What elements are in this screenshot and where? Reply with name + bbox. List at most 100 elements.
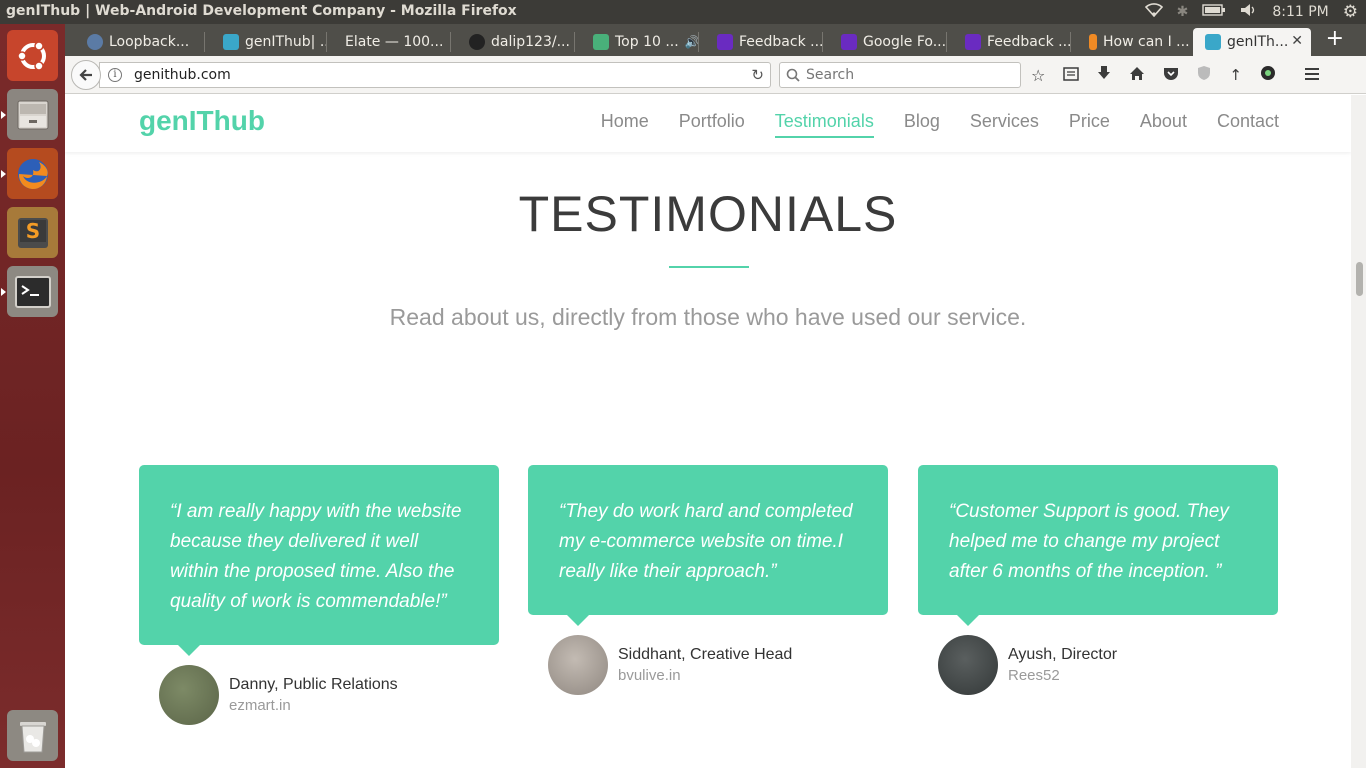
sublime-text-app-button[interactable]: S (7, 207, 58, 258)
nav-about[interactable]: About (1140, 111, 1187, 138)
search-bar[interactable]: Search (779, 62, 1021, 88)
author-site: bvulive.in (618, 667, 681, 684)
author-site: ezmart.in (229, 697, 291, 714)
pocket-icon[interactable] (1163, 66, 1179, 85)
reading-list-icon[interactable] (1063, 66, 1080, 85)
testimonial-quote: “They do work hard and completed my e-co… (528, 465, 888, 626)
system-tray: ✱ 8:11 PM ⚙ (1144, 0, 1358, 24)
browser-tab[interactable]: Feedback ... (947, 28, 1071, 56)
author-name: Danny, Public Relations (229, 676, 398, 693)
testimonial-card: “Customer Support is good. They helped m… (918, 465, 1278, 695)
avatar (159, 665, 219, 725)
menu-hamburger-icon[interactable] (1304, 66, 1320, 85)
section-heading: TESTIMONIALS (518, 186, 898, 242)
nav-services[interactable]: Services (970, 111, 1039, 138)
reload-icon[interactable]: ↻ (751, 66, 764, 84)
close-tab-icon[interactable]: ✕ (1291, 33, 1303, 49)
trash-icon (19, 721, 46, 752)
toolbar-icons: ☆ ↑ (1031, 64, 1320, 86)
clock[interactable]: 8:11 PM (1272, 4, 1328, 20)
site-logo[interactable]: genIThub (139, 105, 265, 137)
tab-favicon-icon (223, 34, 239, 50)
testimonial-card: “I am really happy with the website beca… (139, 465, 499, 725)
nav-portfolio[interactable]: Portfolio (679, 111, 745, 138)
trash-button[interactable] (7, 710, 58, 761)
firefox-app-button[interactable] (1, 148, 58, 199)
tab-favicon-icon (87, 34, 103, 50)
back-arrow-icon (79, 69, 92, 81)
settings-gear-icon[interactable]: ⚙ (1343, 2, 1358, 22)
browser-tab[interactable]: Google Fo... (823, 28, 947, 56)
home-icon[interactable] (1129, 66, 1145, 85)
download-icon[interactable] (1097, 65, 1111, 85)
terminal-icon (14, 275, 51, 308)
ubuntu-logo-icon (16, 40, 46, 71)
browser-tab[interactable]: Loopback... (69, 28, 205, 56)
tab-favicon-icon (593, 34, 609, 50)
testimonial-quote: “Customer Support is good. They helped m… (918, 465, 1278, 626)
color-picker-icon[interactable] (1260, 65, 1276, 85)
url-bar[interactable]: i genithub.com ↻ (99, 62, 771, 88)
avatar (548, 635, 608, 695)
author-name: Siddhant, Creative Head (618, 646, 793, 663)
nav-home[interactable]: Home (601, 111, 649, 138)
browser-tab[interactable]: dalip123/... (451, 28, 575, 56)
avatar (938, 635, 998, 695)
author-name: Ayush, Director (1008, 646, 1118, 663)
testimonial-author: Siddhant, Creative Head bvulive.in (548, 635, 888, 695)
nav-contact[interactable]: Contact (1217, 111, 1279, 138)
forms-icon (965, 34, 981, 50)
site-menu: Home Portfolio Testimonials Blog Service… (601, 111, 1279, 138)
search-icon (786, 68, 800, 82)
nav-price[interactable]: Price (1069, 111, 1110, 138)
url-text[interactable]: genithub.com (134, 67, 231, 83)
forms-icon (717, 34, 733, 50)
testimonial-author: Ayush, Director Rees52 (938, 635, 1278, 695)
unity-launcher: S (0, 24, 65, 768)
forms-icon (841, 34, 857, 50)
browser-navigation-bar: i genithub.com ↻ Search ☆ ↑ (65, 56, 1366, 94)
nav-blog[interactable]: Blog (904, 111, 940, 138)
bluetooth-icon[interactable]: ✱ (1177, 4, 1189, 20)
sublime-text-icon: S (17, 217, 48, 248)
volume-icon[interactable] (1240, 3, 1258, 21)
tab-audio-icon[interactable]: 🔊 (685, 35, 699, 49)
tab-favicon-icon (1205, 34, 1221, 50)
bookmark-star-icon[interactable]: ☆ (1031, 66, 1045, 85)
firefox-icon (17, 158, 48, 189)
scrollbar-thumb[interactable] (1356, 262, 1363, 296)
back-button[interactable] (71, 60, 101, 90)
browser-tab-active[interactable]: genITh... ✕ (1193, 28, 1311, 56)
site-info-icon[interactable]: i (108, 68, 122, 82)
browser-tab[interactable]: Feedback ... (699, 28, 823, 56)
battery-icon[interactable] (1202, 4, 1226, 20)
new-tab-button[interactable]: + (1326, 26, 1344, 51)
system-top-bar: genIThub | Web-Android Development Compa… (0, 0, 1366, 24)
file-cabinet-icon (17, 100, 48, 129)
files-app-button[interactable] (1, 89, 58, 140)
extension-icon[interactable]: ↑ (1229, 66, 1242, 84)
svg-text:S: S (25, 219, 39, 243)
nav-testimonials[interactable]: Testimonials (774, 111, 874, 138)
testimonial-card: “They do work hard and completed my e-co… (528, 465, 888, 695)
testimonial-quote: “I am really happy with the website beca… (139, 465, 499, 656)
web-page: genIThub Home Portfolio Testimonials Blo… (65, 95, 1351, 768)
browser-tab[interactable]: Elate — 100... (327, 28, 451, 56)
page-scrollbar[interactable] (1351, 95, 1366, 768)
wifi-icon[interactable] (1144, 3, 1163, 21)
ubuntu-dash-button[interactable] (7, 30, 58, 81)
browser-tab[interactable]: genIThub| ... (205, 28, 327, 56)
github-icon (469, 34, 485, 50)
browser-tab[interactable]: Top 10 ... 🔊 (575, 28, 699, 56)
browser-tab-strip: Loopback... genIThub| ... Elate — 100...… (65, 24, 1366, 56)
window-title: genIThub | Web-Android Development Compa… (6, 3, 517, 19)
browser-tab[interactable]: How can I ... (1071, 28, 1191, 56)
stackoverflow-icon (1089, 34, 1097, 50)
site-header: genIThub Home Portfolio Testimonials Blo… (65, 95, 1351, 152)
shield-icon[interactable] (1197, 65, 1211, 85)
section-subtitle: Read about us, directly from those who h… (389, 304, 1027, 330)
heading-divider (669, 266, 749, 268)
terminal-app-button[interactable] (1, 266, 58, 317)
testimonial-author: Danny, Public Relations ezmart.in (159, 665, 499, 725)
author-site: Rees52 (1008, 667, 1060, 684)
